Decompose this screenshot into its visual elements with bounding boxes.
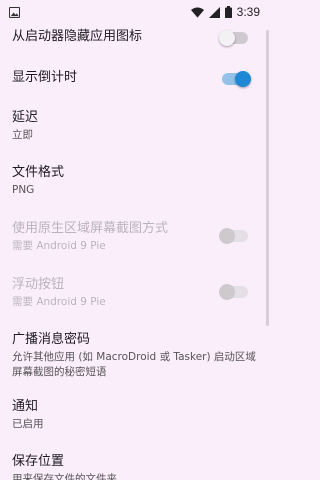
setting-title: 文件格式 (12, 165, 65, 180)
setting-file-format[interactable]: 文件格式 PNG (0, 164, 270, 198)
setting-summary: PNG (12, 184, 35, 196)
setting-native-region-capture: 使用原生区域屏幕截图方式 需要 Android 9 Pie (0, 220, 270, 254)
settings-list: 从启动器隐藏应用图标 显示倒计时 延迟 立即 文件格式 PNG 使用原生区域屏幕… (0, 24, 270, 480)
floating-button-toggle (219, 283, 248, 300)
toggle-thumb (219, 283, 235, 300)
battery-icon (224, 3, 232, 22)
signal-icon (208, 3, 220, 22)
setting-summary: 立即 (12, 129, 33, 141)
hide-launcher-icon-toggle[interactable] (219, 29, 248, 46)
setting-title: 通知 (12, 399, 39, 414)
toggle-thumb (219, 227, 235, 244)
setting-notification[interactable]: 通知 已启用 (0, 398, 270, 432)
setting-show-countdown[interactable]: 显示倒计时 (0, 69, 270, 87)
setting-summary: 用来保存文件的文件夹 (12, 473, 117, 480)
setting-title: 保存位置 (12, 454, 65, 469)
scrollbar[interactable] (266, 30, 269, 326)
setting-title: 延迟 (12, 110, 39, 125)
wifi-icon (190, 3, 204, 22)
setting-title: 广播消息密码 (12, 332, 91, 347)
status-time: 3:39 (236, 5, 260, 19)
setting-floating-button: 浮动按钮 需要 Android 9 Pie (0, 276, 270, 310)
status-right: 3:39 (190, 3, 260, 22)
setting-broadcast-password[interactable]: 广播消息密码 允许其他应用 (如 MacroDroid 或 Tasker) 启动… (0, 331, 270, 380)
status-left (8, 3, 21, 22)
show-countdown-toggle[interactable] (222, 70, 251, 87)
status-bar: 3:39 (0, 0, 270, 24)
toggle-thumb (235, 70, 251, 87)
setting-hide-launcher-icon[interactable]: 从启动器隐藏应用图标 (0, 28, 270, 46)
setting-delay[interactable]: 延迟 立即 (0, 109, 270, 143)
image-icon (8, 3, 21, 22)
setting-summary: 已启用 (12, 418, 44, 430)
toggle-thumb (219, 29, 235, 46)
setting-save-location[interactable]: 保存位置 用来保存文件的文件夹 (0, 453, 270, 480)
native-region-capture-toggle (219, 227, 248, 244)
setting-summary: 允许其他应用 (如 MacroDroid 或 Tasker) 启动区域屏幕截图的… (12, 351, 256, 378)
